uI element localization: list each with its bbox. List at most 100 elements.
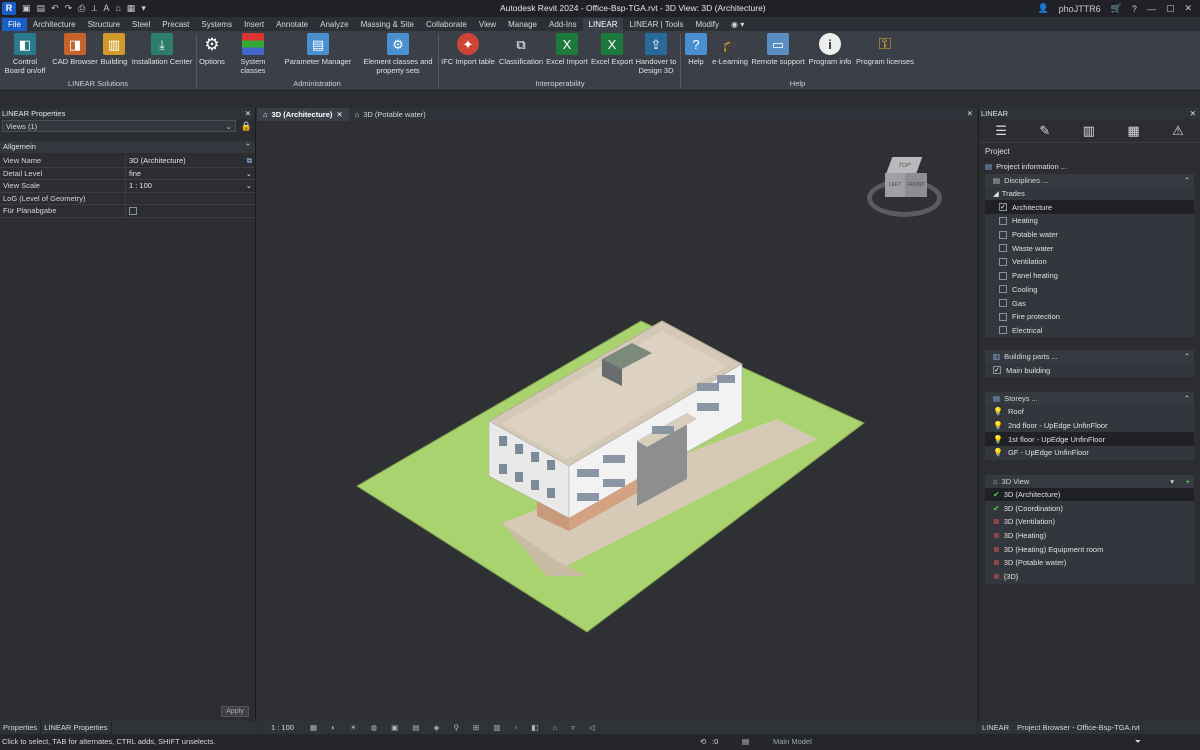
- home-icon[interactable]: ⌂: [115, 3, 120, 14]
- tab-view[interactable]: View: [473, 18, 502, 31]
- tab-linear-properties[interactable]: LINEAR Properties: [41, 721, 112, 734]
- bulb-icon[interactable]: 💡: [993, 448, 1003, 457]
- program-licenses-button[interactable]: ⚿ Program licenses: [855, 33, 915, 66]
- save-icon[interactable]: ▤: [37, 3, 46, 14]
- cart-icon[interactable]: 🛒: [1111, 3, 1122, 14]
- view-item[interactable]: ⊗ 3D (Potable water): [985, 556, 1194, 570]
- trade-item[interactable]: ✓ Architecture: [985, 200, 1194, 215]
- view-control-icons[interactable]: ▦ ◐ ☀ ◍ ▣ ▤ ◈ ⚲ ⊞ ▥ ▫ ◧ ⌂ ▿ ◁: [310, 723, 601, 732]
- tab-insert[interactable]: Insert: [238, 18, 270, 31]
- close-icon[interactable]: ✕: [1184, 3, 1192, 14]
- program-info-button[interactable]: i Program info: [807, 33, 853, 66]
- customize-icon[interactable]: ▾: [141, 3, 146, 14]
- trade-item[interactable]: Ventilation: [985, 255, 1194, 269]
- view-scale-field[interactable]: 1 : 100 ⌄: [126, 180, 255, 192]
- filter-icon[interactable]: ⏷: [1135, 734, 1141, 750]
- checkbox[interactable]: [999, 271, 1007, 280]
- bulb-icon[interactable]: 💡: [993, 421, 1003, 430]
- elearning-button[interactable]: 🎓 e-Learning: [711, 33, 749, 67]
- tab-file[interactable]: File: [2, 18, 27, 31]
- excel-export-button[interactable]: X Excel Export: [590, 33, 634, 66]
- tab-massing-site[interactable]: Massing & Site: [355, 18, 420, 31]
- tab-project-browser[interactable]: Project Browser - Office-Bsp-TGA.rvt: [1013, 721, 1144, 734]
- checkbox[interactable]: [999, 312, 1007, 321]
- project-information-link[interactable]: ▤ Project information ...: [979, 160, 1200, 174]
- filter-icon[interactable]: ▾: [1170, 477, 1174, 486]
- ribbon-options-icon[interactable]: ◉ ▾: [725, 18, 750, 31]
- measure-icon[interactable]: ⟂: [91, 3, 97, 14]
- collapse-icon[interactable]: ⌃: [1184, 394, 1190, 403]
- checkbox[interactable]: [999, 257, 1007, 266]
- tab-properties[interactable]: Properties: [0, 721, 42, 734]
- tab-precast[interactable]: Precast: [156, 18, 195, 31]
- parameter-manager-button[interactable]: ▤ Parameter Manager: [284, 33, 352, 66]
- close-icon[interactable]: ✕: [245, 108, 251, 119]
- edit-icon[interactable]: ⧉: [247, 155, 252, 167]
- 3d-viewport[interactable]: TOP LEFT FRONT: [257, 121, 977, 721]
- trade-item[interactable]: Potable water: [985, 228, 1194, 242]
- open-icon[interactable]: ▣: [22, 3, 31, 14]
- print-icon[interactable]: ⎙: [78, 3, 85, 14]
- bulb-icon[interactable]: 💡: [993, 435, 1003, 444]
- add-icon[interactable]: +: [1186, 477, 1190, 486]
- control-board-button[interactable]: ◧ Control Board on/off: [2, 33, 48, 75]
- building-part-item[interactable]: ✓ Main building: [985, 363, 1194, 377]
- view-item[interactable]: ⊗ 3D (Heating): [985, 529, 1194, 543]
- collapse-icon[interactable]: ⌃: [1184, 176, 1190, 185]
- view-tab-architecture[interactable]: ⌂ 3D (Architecture) ✕: [257, 108, 349, 121]
- log-field[interactable]: [126, 193, 255, 205]
- remote-support-button[interactable]: ▭ Remote support: [751, 33, 805, 66]
- handover-button[interactable]: ⇪ Handover to Design 3D: [634, 33, 678, 75]
- installation-center-button[interactable]: ⤓ Installation Center: [130, 33, 194, 66]
- design-options-icon[interactable]: ▤: [742, 734, 749, 750]
- excel-import-button[interactable]: X Excel Import: [545, 33, 589, 66]
- trade-item[interactable]: Fire protection: [985, 310, 1194, 324]
- apply-button[interactable]: Apply: [221, 706, 249, 717]
- view-item[interactable]: ✔ 3D (Architecture): [985, 487, 1194, 502]
- redo-icon[interactable]: ↷: [65, 3, 73, 14]
- user-icon[interactable]: 👤: [1037, 3, 1048, 14]
- edit-icon[interactable]: ✎: [1039, 123, 1050, 139]
- planabgabe-checkbox[interactable]: [129, 207, 137, 215]
- windows-icon[interactable]: ▦: [127, 3, 136, 14]
- worksets-icon[interactable]: ⟲: [700, 734, 706, 750]
- tab-linear-panel[interactable]: LINEAR: [978, 721, 1013, 734]
- view-cube-front[interactable]: FRONT: [905, 173, 927, 197]
- checkbox[interactable]: [999, 230, 1007, 239]
- view-item[interactable]: ⊗ 3D (Ventilation): [985, 515, 1194, 529]
- checkbox[interactable]: [999, 244, 1007, 253]
- element-classes-button[interactable]: ⚙ Element classes and property sets: [360, 33, 436, 75]
- tab-structure[interactable]: Structure: [82, 18, 126, 31]
- tab-steel[interactable]: Steel: [126, 18, 156, 31]
- tab-analyze[interactable]: Analyze: [314, 18, 354, 31]
- help-button[interactable]: ? Help: [683, 33, 709, 66]
- tab-linear[interactable]: LINEAR: [582, 18, 624, 31]
- maximize-icon[interactable]: ▢: [1166, 3, 1175, 14]
- checkbox[interactable]: [999, 216, 1007, 225]
- close-icon[interactable]: ✕: [967, 109, 973, 118]
- system-classes-button[interactable]: System classes: [227, 33, 279, 75]
- tab-add-ins[interactable]: Add-Ins: [543, 18, 583, 31]
- columns-icon[interactable]: ▥: [1083, 123, 1095, 139]
- classification-button[interactable]: ⧉ Classification: [497, 33, 545, 67]
- bulb-icon[interactable]: 💡: [993, 407, 1003, 416]
- ifc-import-button[interactable]: ✦ IFC Import table: [440, 33, 496, 66]
- disciplines-header[interactable]: ▤ Disciplines ... ⌃: [985, 173, 1194, 187]
- section-allgemein[interactable]: Allgemein ⌃: [0, 141, 255, 153]
- checkbox[interactable]: [999, 285, 1007, 294]
- options-button[interactable]: ⚙ Options: [197, 33, 227, 67]
- view-item[interactable]: ⊗ {3D}: [985, 570, 1194, 584]
- view-scale[interactable]: 1 : 100: [271, 723, 294, 732]
- storeys-header[interactable]: ▤ Storeys ... ⌃: [985, 391, 1194, 405]
- storey-item[interactable]: 💡 1st floor - UpEdge UnfinFloor: [985, 432, 1194, 446]
- trades-group[interactable]: ◢ Trades: [985, 187, 1194, 201]
- trade-item[interactable]: Heating: [985, 214, 1194, 228]
- trade-item[interactable]: Cooling: [985, 283, 1194, 297]
- checkbox-checked[interactable]: ✓: [993, 366, 1001, 375]
- view-cube[interactable]: TOP LEFT FRONT: [867, 151, 942, 221]
- lock-icon[interactable]: 🔒: [241, 121, 252, 132]
- cad-browser-button[interactable]: ◨ CAD Browser: [52, 33, 98, 66]
- tab-architecture[interactable]: Architecture: [27, 18, 82, 31]
- checkbox[interactable]: [999, 299, 1007, 308]
- tab-systems[interactable]: Systems: [195, 18, 238, 31]
